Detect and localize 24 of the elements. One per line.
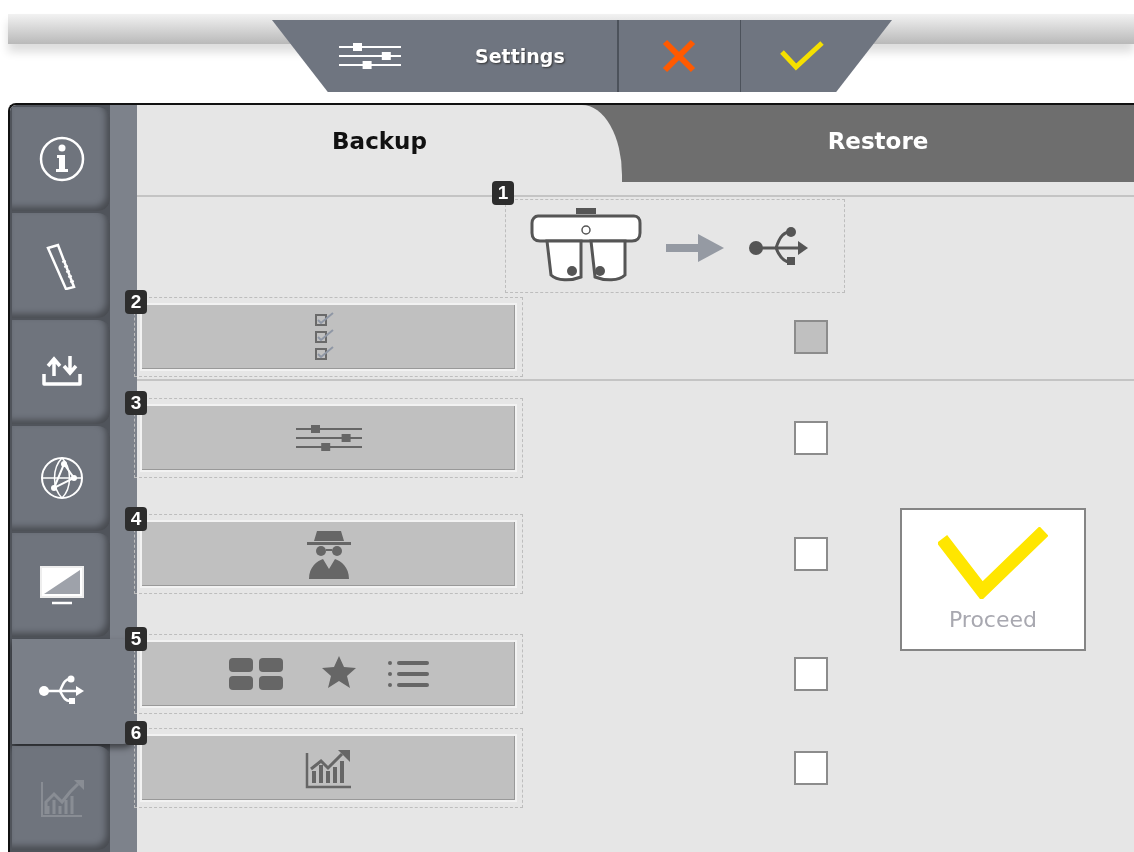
sidebar-tab[interactable] [12,213,110,318]
number-badge: 6 [125,721,147,745]
number-badge: 5 [125,627,147,651]
tab[interactable]: Backup [137,105,622,182]
number-badge: 4 [125,507,147,531]
checkbox[interactable] [794,751,828,785]
info-icon [38,135,86,184]
sliders-icon [337,41,403,71]
checkbox[interactable] [794,657,828,691]
checkbox[interactable] [794,537,828,571]
number-badge: 2 [125,289,147,314]
settings-button[interactable]: Settings [317,20,617,92]
sidebar-tab[interactable] [12,107,110,212]
growth-chart-icon [303,747,354,789]
number-badge: 3 [125,390,147,415]
check-icon [779,40,824,72]
sidebar-tab[interactable] [12,426,110,531]
check-icon [938,527,1048,599]
close-icon [662,39,697,73]
sidebar-tab[interactable] [12,532,110,638]
sliders-icon [293,422,364,453]
sidebar-tab[interactable] [12,319,110,425]
number-badge: 1 [492,181,514,205]
checkbox[interactable] [794,420,828,455]
